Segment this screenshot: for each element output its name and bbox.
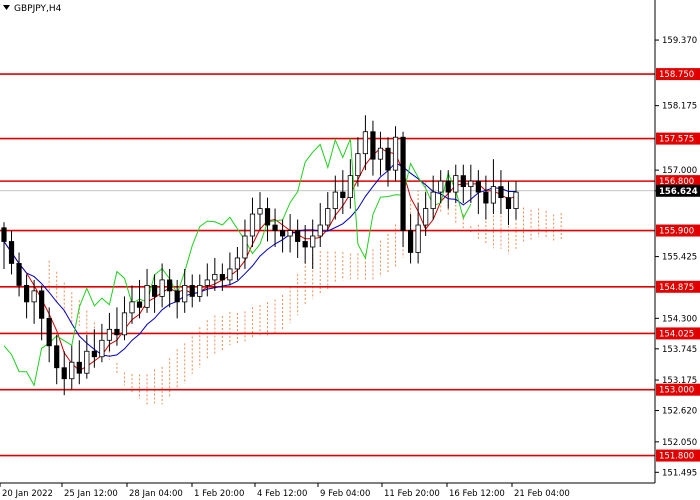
candle-body xyxy=(219,274,225,281)
candle-body xyxy=(69,361,75,380)
candle-body xyxy=(84,350,90,374)
candle-body xyxy=(295,230,301,242)
price-tick-label: 154.300 xyxy=(662,314,697,324)
time-tick-label: 28 Jan 04:00 xyxy=(129,489,183,499)
time-tick-label: 11 Feb 20:00 xyxy=(384,489,440,499)
candle-body xyxy=(460,175,466,188)
candle-body xyxy=(91,350,97,358)
candle-body xyxy=(355,153,361,177)
time-tick-label: 25 Jan 12:00 xyxy=(64,489,118,499)
candle-body xyxy=(377,147,384,160)
candle-body xyxy=(400,136,406,231)
candle-body xyxy=(272,224,278,231)
candle-body xyxy=(498,186,504,198)
candle-body xyxy=(1,227,7,242)
candle-body xyxy=(279,230,286,237)
candle-body xyxy=(76,361,82,374)
level-label: 153.000 xyxy=(659,386,694,396)
candle-body xyxy=(392,136,399,171)
candle-body xyxy=(31,290,37,303)
time-tick-label: 16 Feb 12:00 xyxy=(449,489,505,499)
candle-body xyxy=(136,301,143,308)
candle-body xyxy=(204,279,210,286)
candle-body xyxy=(332,191,338,209)
level-label: 151.800 xyxy=(659,452,694,462)
candle-body xyxy=(159,279,165,297)
candle-body xyxy=(453,175,459,193)
time-tick-label: 20 Jan 2022 xyxy=(2,489,53,499)
candle-body xyxy=(287,230,293,237)
candle-body xyxy=(475,180,481,193)
candle-body xyxy=(227,268,233,281)
level-label: 155.900 xyxy=(659,227,694,237)
candle-body xyxy=(513,191,519,209)
level-label: 154.875 xyxy=(659,283,694,293)
candle-body xyxy=(23,285,30,303)
candle-body xyxy=(114,328,120,336)
price-tick-label: 157.000 xyxy=(662,166,697,176)
candle-body xyxy=(438,180,444,193)
level-label: 157.575 xyxy=(659,135,694,145)
candle-body xyxy=(242,235,248,259)
candle-body xyxy=(144,285,150,308)
candle-body xyxy=(174,290,180,303)
candle-body xyxy=(121,312,128,336)
chart-canvas: 159.370 158.175 157.000 156.624 155.425 154.3… xyxy=(0,0,700,499)
candle-body xyxy=(46,317,52,347)
level-label: 154.025 xyxy=(659,329,694,339)
candle-body xyxy=(129,301,135,314)
candle-body xyxy=(151,285,158,297)
candle-body xyxy=(310,235,316,248)
candle-body xyxy=(39,290,45,319)
candle-body xyxy=(407,230,414,253)
current-price-label: 156.624 xyxy=(659,187,698,197)
candle-body xyxy=(430,191,436,209)
dropdown-triangle-icon[interactable] xyxy=(3,5,10,10)
price-tick-label: 158.175 xyxy=(662,102,697,112)
candle-body xyxy=(54,345,60,369)
level-label: 158.750 xyxy=(659,70,694,80)
price-tick-label: 155.425 xyxy=(662,253,697,263)
candle-body xyxy=(505,197,512,209)
candle-body xyxy=(468,180,474,188)
price-tick-label: 152.050 xyxy=(662,438,697,448)
price-tick-label: 151.495 xyxy=(662,468,697,478)
time-tick-label: 21 Feb 04:00 xyxy=(514,489,570,499)
candle-body xyxy=(249,213,256,237)
candle-body xyxy=(340,191,346,198)
candle-body xyxy=(189,285,195,297)
candle-body xyxy=(167,279,173,292)
candle-body xyxy=(302,241,308,248)
time-tick-label: 4 Feb 12:00 xyxy=(257,489,307,499)
candle-body xyxy=(99,339,105,358)
price-tick-label: 153.745 xyxy=(662,345,697,355)
candle-body xyxy=(347,175,353,198)
candle-body xyxy=(212,274,218,281)
candle-body xyxy=(8,241,15,264)
candle-body xyxy=(370,131,376,160)
candle-body xyxy=(490,186,497,204)
candle-body xyxy=(325,208,331,226)
candle-body xyxy=(197,285,203,297)
candle-body xyxy=(362,131,369,155)
candle-body xyxy=(182,285,188,303)
candle-body xyxy=(234,257,241,270)
time-tick-label: 9 Feb 04:00 xyxy=(320,489,370,499)
candle-body xyxy=(16,263,22,286)
time-tick-label: 1 Feb 20:00 xyxy=(194,489,244,499)
candle-body xyxy=(423,208,429,226)
candle-body xyxy=(61,367,67,380)
candle-body xyxy=(385,147,391,171)
candle-body xyxy=(483,191,489,204)
symbol-label: GBPJPY,H4 xyxy=(14,4,62,14)
candle-body xyxy=(264,208,271,226)
candle-body xyxy=(257,208,263,215)
price-tick-label: 152.620 xyxy=(662,407,697,417)
price-tick-label: 159.370 xyxy=(662,36,697,46)
candle-body xyxy=(106,328,113,341)
chart-container: 159.370 158.175 157.000 156.624 155.425 154.3… xyxy=(0,0,700,500)
candle-body xyxy=(317,224,323,237)
candle-body xyxy=(415,224,421,253)
candle-body xyxy=(445,180,451,193)
